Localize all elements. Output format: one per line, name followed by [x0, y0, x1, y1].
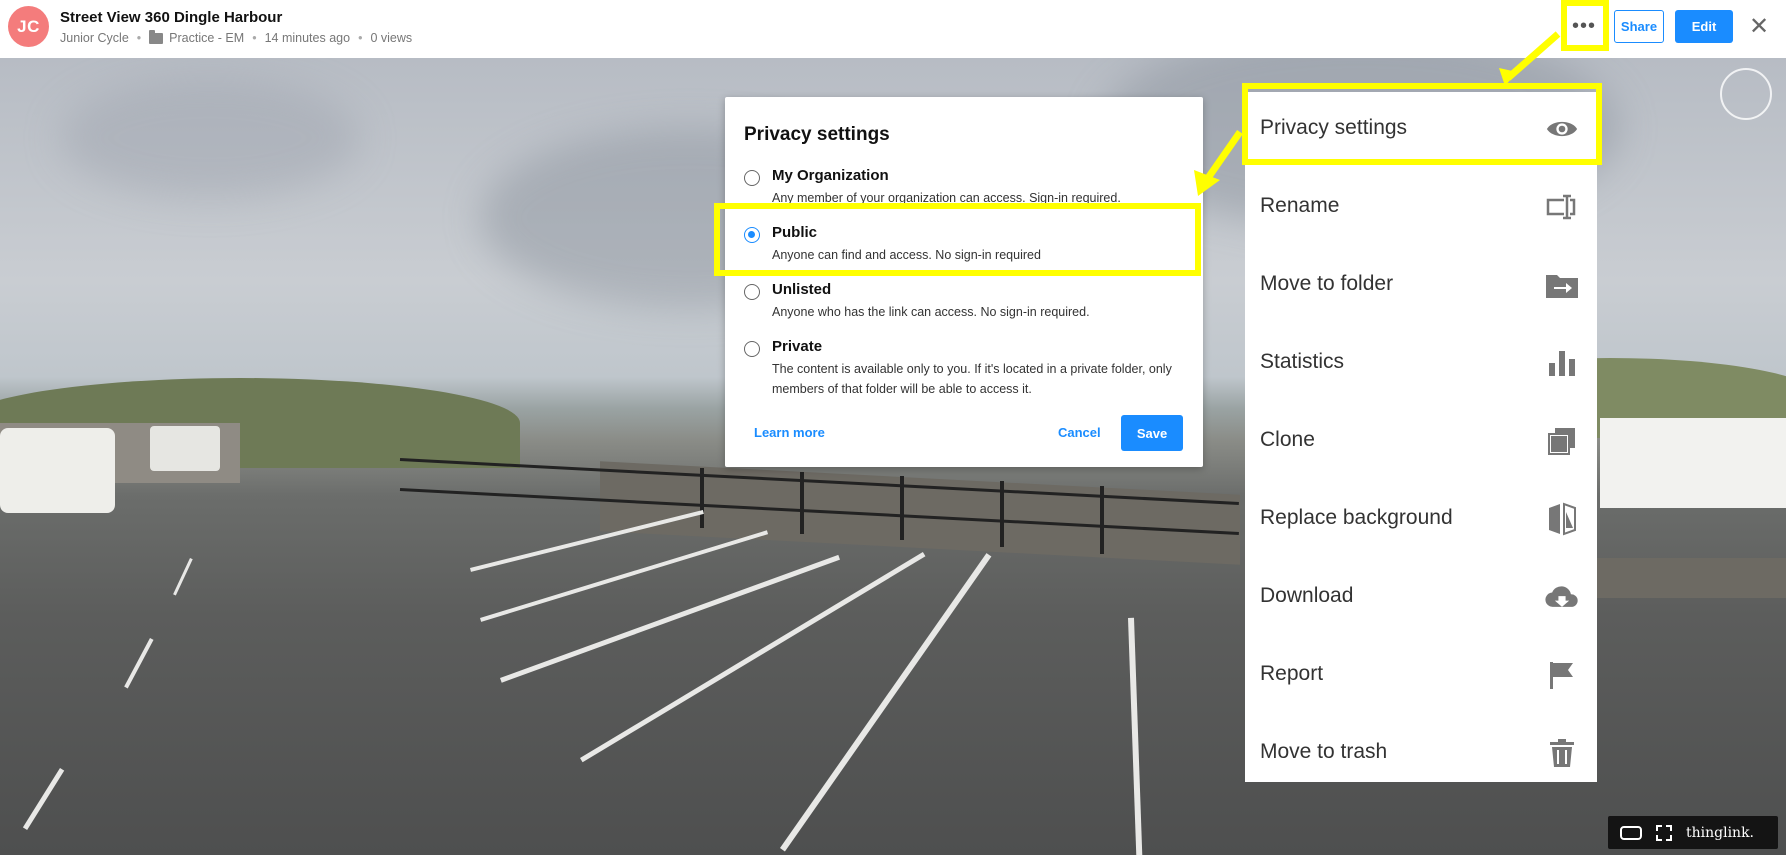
separator-dot: •	[136, 31, 142, 45]
edit-button[interactable]: Edit	[1675, 10, 1733, 43]
building	[1600, 418, 1786, 508]
page-title: Street View 360 Dingle Harbour	[60, 9, 283, 26]
parking-line	[780, 553, 992, 852]
close-icon: ✕	[1748, 12, 1770, 40]
bar-chart-icon	[1545, 346, 1579, 380]
option-label: Unlisted	[772, 281, 832, 298]
menu-item-label: Rename	[1260, 194, 1340, 217]
campervan	[0, 428, 115, 513]
radio-button[interactable]	[744, 341, 760, 357]
fullscreen-icon[interactable]	[1656, 824, 1672, 841]
compass-icon[interactable]	[1720, 68, 1772, 120]
highlight-public-option	[714, 203, 1201, 276]
vr-icon[interactable]	[1620, 825, 1642, 840]
view-count: 0 views	[370, 31, 413, 45]
menu-item-rename[interactable]: Rename	[1245, 170, 1597, 248]
railing-post	[900, 476, 904, 540]
menu-item-download[interactable]: Download	[1245, 560, 1597, 638]
menu-item-move-to-trash[interactable]: Move to trash	[1245, 716, 1597, 794]
menu-item-move-to-folder[interactable]: Move to folder	[1245, 248, 1597, 326]
privacy-settings-dialog: Privacy settings My Organization Any mem…	[725, 97, 1203, 467]
thinglink-logo[interactable]: thinglink.	[1686, 825, 1754, 841]
folder-link[interactable]: Practice - EM	[169, 31, 244, 45]
flag-icon	[1545, 658, 1579, 692]
meta-row: Junior Cycle • Practice - EM • 14 minute…	[60, 29, 413, 45]
cancel-button[interactable]: Cancel	[1058, 425, 1101, 440]
menu-item-label: Statistics	[1260, 350, 1345, 373]
option-label: Private	[772, 338, 823, 355]
viewer-toolbar: thinglink.	[1608, 816, 1778, 849]
option-label: My Organization	[772, 167, 889, 184]
parking-line	[500, 554, 840, 683]
menu-item-label: Report	[1260, 662, 1324, 685]
dialog-title: Privacy settings	[744, 124, 890, 145]
stone-wall	[1590, 558, 1786, 598]
road-dash	[22, 768, 65, 831]
avatar[interactable]: JC	[8, 6, 49, 47]
road-dash	[124, 638, 154, 689]
menu-item-label: Clone	[1260, 428, 1315, 451]
menu-item-label: Move to trash	[1260, 740, 1388, 763]
road-dash	[173, 558, 193, 596]
author-link[interactable]: Junior Cycle	[60, 31, 129, 45]
highlight-more-button	[1561, 0, 1609, 51]
folder-icon	[149, 29, 164, 44]
learn-more-link[interactable]: Learn more	[754, 425, 825, 440]
options-menu: Privacy settings Rename Move to folder S…	[1245, 92, 1597, 782]
parking-line	[580, 551, 926, 763]
option-description: The content is available only to you. If…	[772, 362, 1172, 396]
railing-post	[800, 472, 804, 534]
radio-button[interactable]	[744, 284, 760, 300]
option-description: Anyone who has the link can access. No s…	[772, 305, 1090, 319]
timestamp: 14 minutes ago	[264, 31, 351, 45]
clone-icon	[1545, 424, 1579, 458]
radio-button[interactable]	[744, 170, 760, 186]
move-folder-icon	[1545, 268, 1579, 302]
menu-item-label: Replace background	[1260, 506, 1453, 529]
replace-background-icon	[1545, 502, 1579, 536]
campervan	[150, 426, 220, 471]
separator-dot: •	[252, 31, 257, 45]
menu-item-replace-background[interactable]: Replace background	[1245, 482, 1597, 560]
menu-item-label: Move to folder	[1260, 272, 1394, 295]
railing-post	[1100, 486, 1104, 554]
menu-item-clone[interactable]: Clone	[1245, 404, 1597, 482]
share-button[interactable]: Share	[1614, 10, 1664, 43]
rename-icon	[1545, 190, 1579, 224]
menu-item-label: Download	[1260, 584, 1354, 607]
menu-item-statistics[interactable]: Statistics	[1245, 326, 1597, 404]
railing-post	[1000, 481, 1004, 547]
railing-post	[700, 468, 704, 528]
cloud-download-icon	[1545, 580, 1579, 614]
top-bar: JC Street View 360 Dingle Harbour Junior…	[0, 0, 1786, 58]
separator-dot: •	[358, 31, 363, 45]
trash-icon	[1545, 736, 1579, 770]
parking-line	[1128, 617, 1143, 855]
cloud	[60, 78, 360, 198]
close-button[interactable]: ✕	[1745, 12, 1773, 40]
save-button[interactable]: Save	[1121, 415, 1183, 451]
parking-line	[480, 530, 769, 622]
highlight-privacy-settings	[1242, 83, 1602, 165]
menu-item-report[interactable]: Report	[1245, 638, 1597, 716]
